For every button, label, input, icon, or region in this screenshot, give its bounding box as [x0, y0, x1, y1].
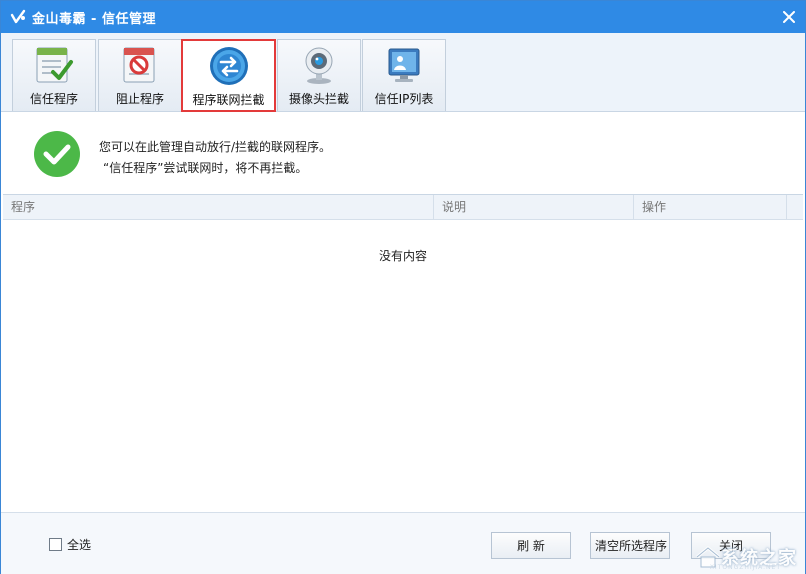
network-transfer-icon [207, 44, 251, 88]
empty-message: 没有内容 [378, 249, 427, 263]
watermark: 系统之家 XITONGZHIJIA.NET [695, 544, 797, 571]
tab-label: 摄像头拦截 [288, 92, 349, 106]
refresh-button[interactable]: 刷 新 [491, 532, 571, 559]
duba-logo-icon [9, 8, 27, 26]
trust-management-window: 金山毒霸 - 信任管理 信任程序 阻止程序 程序联网拦截 摄像头拦截 信任IP列… [0, 0, 806, 574]
close-icon[interactable] [773, 1, 805, 33]
title-bar: 金山毒霸 - 信任管理 [1, 1, 805, 33]
checkbox-box[interactable] [49, 538, 62, 551]
column-action[interactable]: 操作 [634, 195, 787, 219]
select-all-label: 全选 [67, 538, 92, 552]
clear-selected-button[interactable]: 清空所选程序 [590, 532, 670, 559]
checklist-icon [32, 43, 76, 87]
tab-label: 阻止程序 [115, 92, 164, 106]
tab-label: 信任程序 [29, 92, 78, 106]
info-panel: 您可以在此管理自动放行/拦截的联网程序。 “信任程序”尝试联网时，将不再拦截。 [1, 112, 805, 194]
tab-bar: 信任程序 阻止程序 程序联网拦截 摄像头拦截 信任IP列表 [1, 33, 805, 112]
tab-program-network-block[interactable]: 程序联网拦截 [181, 39, 276, 112]
tab-blocked-programs[interactable]: 阻止程序 [98, 39, 182, 111]
check-circle-icon [33, 130, 81, 178]
program-list: 程序 说明 操作 没有内容 [3, 194, 803, 513]
watermark-subtext: XITONGZHIJIA.NET [709, 564, 781, 571]
footer-bar: 全选 刷 新 清空所选程序 关闭 系统之家 XITONGZHIJIA.NET [1, 512, 805, 574]
tab-trusted-programs[interactable]: 信任程序 [12, 39, 96, 111]
tab-webcam-block[interactable]: 摄像头拦截 [277, 39, 361, 111]
ip-monitor-icon [382, 43, 426, 87]
info-line-1: 您可以在此管理自动放行/拦截的联网程序。 [99, 140, 332, 154]
window-title: 金山毒霸 - 信任管理 [32, 11, 156, 27]
tab-label: 信任IP列表 [374, 92, 434, 106]
tab-label: 程序联网拦截 [192, 93, 265, 107]
webcam-icon [297, 43, 341, 87]
block-list-icon [118, 43, 162, 87]
column-program[interactable]: 程序 [3, 195, 434, 219]
column-description[interactable]: 说明 [434, 195, 634, 219]
select-all-checkbox[interactable]: 全选 [49, 536, 91, 553]
info-line-2: “信任程序”尝试联网时，将不再拦截。 [103, 161, 308, 175]
tab-trusted-ip-list[interactable]: 信任IP列表 [362, 39, 446, 111]
list-header: 程序 说明 操作 [3, 195, 803, 220]
